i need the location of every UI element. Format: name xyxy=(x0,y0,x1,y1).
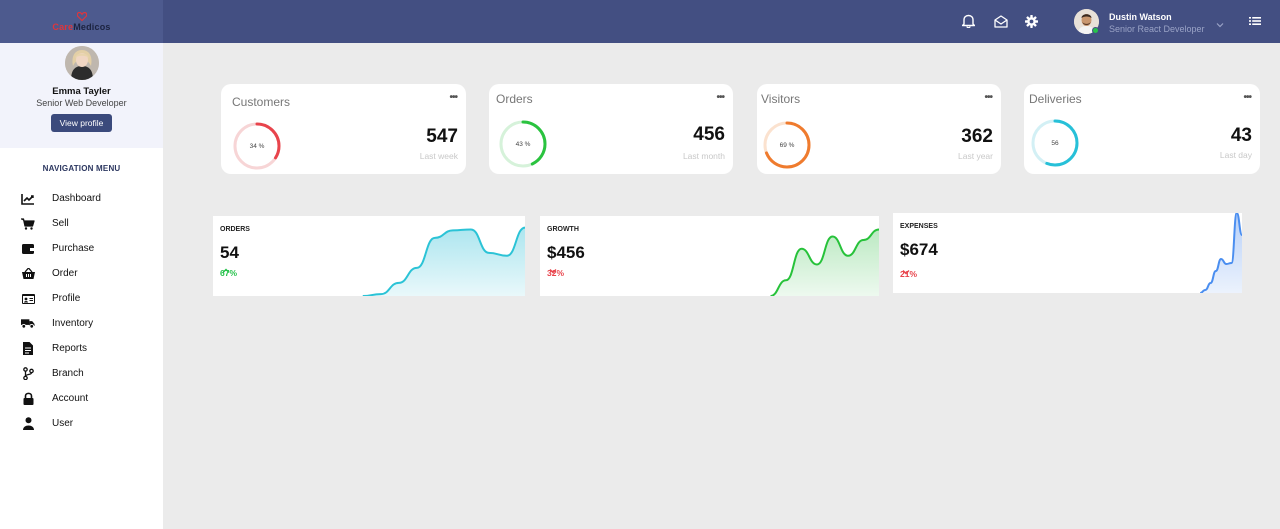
area-chart xyxy=(770,228,879,296)
chevron-down-icon xyxy=(902,270,910,275)
area-chart xyxy=(1199,213,1242,293)
sidebar-item-label: Inventory xyxy=(52,318,94,329)
chevron-down-icon[interactable] xyxy=(1216,15,1224,33)
chevron-up-icon xyxy=(222,268,230,273)
brand-name: CareMedicos xyxy=(52,22,110,32)
truck-icon xyxy=(21,317,35,331)
brand-logo[interactable]: CareMedicos xyxy=(0,0,163,43)
gear-icon[interactable] xyxy=(1023,13,1039,29)
stat-subtitle: Last year xyxy=(958,151,993,161)
area-card-expenses: EXPENSES $674 21% xyxy=(893,213,1242,293)
more-options-icon[interactable]: ••• xyxy=(1243,92,1251,103)
online-status-indicator xyxy=(1092,27,1099,34)
sidebar-item-sell[interactable]: Sell xyxy=(0,211,163,236)
sidebar-item-label: Branch xyxy=(52,368,84,379)
wallet-icon xyxy=(21,242,35,256)
stat-subtitle: Last month xyxy=(682,151,725,161)
area-card-change: 32% xyxy=(547,268,564,278)
stat-title: Orders xyxy=(496,92,533,106)
sidebar-item-branch[interactable]: Branch xyxy=(0,361,163,386)
progress-ring-label: 69 % xyxy=(779,141,795,149)
area-card-change: 21% xyxy=(900,269,917,279)
lock-icon xyxy=(21,392,35,406)
area-card-growth: GROWTH $456 32% xyxy=(540,216,879,296)
document-icon xyxy=(21,342,35,356)
profile-box: Emma Tayler Senior Web Developer View pr… xyxy=(0,43,163,148)
chart-line-icon xyxy=(21,192,35,206)
more-options-icon[interactable]: ••• xyxy=(716,92,724,103)
sidebar-item-account[interactable]: Account xyxy=(0,386,163,411)
area-card-title: EXPENSES xyxy=(900,223,938,230)
stat-title: Customers xyxy=(232,95,291,109)
sidebar-item-label: Reports xyxy=(52,343,88,354)
sidebar-item-order[interactable]: Order xyxy=(0,261,163,286)
stat-value: 362 xyxy=(961,126,993,147)
sidebar-item-reports[interactable]: Reports xyxy=(0,336,163,361)
area-card-value: $674 xyxy=(900,240,938,259)
sidebar-item-label: Dashboard xyxy=(52,193,101,204)
area-card-title: GROWTH xyxy=(547,226,579,233)
sidebar-item-label: Profile xyxy=(52,293,81,304)
area-card-value: 54 xyxy=(220,243,239,262)
chevron-down-icon xyxy=(549,269,557,274)
area-card-change: 67% xyxy=(220,268,237,278)
sidebar-item-dashboard[interactable]: Dashboard xyxy=(0,186,163,211)
sidebar-item-profile[interactable]: Profile xyxy=(0,286,163,311)
more-options-icon[interactable]: ••• xyxy=(984,92,992,103)
view-profile-button[interactable]: View profile xyxy=(50,114,113,132)
stat-value: 456 xyxy=(693,124,725,145)
progress-ring-label: 43 % xyxy=(515,140,531,148)
brand-medicos: Medicos xyxy=(73,21,111,32)
sidebar-item-label: Sell xyxy=(52,218,69,229)
stat-card-deliveries: Deliveries ••• 56 43 Last day xyxy=(1024,84,1260,174)
sidebar-item-label: Account xyxy=(52,393,89,404)
sidebar-item-label: Purchase xyxy=(52,243,95,254)
stat-card-customers: Customers ••• 34 % 547 Last week xyxy=(221,84,466,174)
sidebar: CareMedicos Emma Tayler Senior Web Devel… xyxy=(0,0,163,529)
branch-icon xyxy=(21,367,35,381)
sidebar-item-purchase[interactable]: Purchase xyxy=(0,236,163,261)
more-options-icon[interactable]: ••• xyxy=(449,92,457,103)
stat-card-visitors: Visitors ••• 69 % 362 Last year xyxy=(757,84,1001,174)
stat-title: Visitors xyxy=(761,92,801,106)
topbar: Dustin Watson Senior React Developer xyxy=(163,0,1280,43)
stat-title: Deliveries xyxy=(1029,92,1082,106)
sidebar-item-inventory[interactable]: Inventory xyxy=(0,311,163,336)
area-chart xyxy=(362,226,525,296)
user-name[interactable]: Dustin Watson xyxy=(1109,12,1172,22)
progress-ring-label: 34 % xyxy=(249,142,265,150)
list-menu-icon[interactable] xyxy=(1249,14,1261,32)
user-icon xyxy=(21,417,35,431)
area-fill xyxy=(362,227,525,296)
sidebar-item-label: User xyxy=(52,418,74,429)
heart-icon xyxy=(76,11,87,22)
avatar[interactable] xyxy=(64,46,99,80)
user-role: Senior React Developer xyxy=(1109,24,1205,34)
area-card-orders: ORDERS 54 67% xyxy=(213,216,525,296)
sidebar-item-label: Order xyxy=(52,268,78,279)
progress-ring-label: 56 xyxy=(1051,139,1059,147)
nav-title: NAVIGATION MENU xyxy=(42,164,121,173)
cart-icon xyxy=(21,217,35,231)
brand-care: Care xyxy=(52,21,74,32)
stat-subtitle: Last day xyxy=(1219,150,1252,160)
basket-icon xyxy=(21,267,35,281)
stat-value: 43 xyxy=(1230,125,1252,146)
id-card-icon xyxy=(21,292,35,306)
sidebar-item-user[interactable]: User xyxy=(0,411,163,436)
bell-icon[interactable] xyxy=(960,13,976,29)
area-card-value: $456 xyxy=(547,243,585,262)
stat-card-orders: Orders ••• 43 % 456 Last month xyxy=(489,84,733,174)
profile-name: Emma Tayler xyxy=(52,86,111,97)
stat-value: 547 xyxy=(426,126,458,147)
profile-role: Senior Web Developer xyxy=(36,98,127,108)
area-card-title: ORDERS xyxy=(220,226,250,233)
envelope-icon[interactable] xyxy=(993,13,1009,29)
stat-subtitle: Last week xyxy=(419,151,458,161)
nav-menu: Dashboard Sell Purchase Order Profile In… xyxy=(0,186,163,436)
